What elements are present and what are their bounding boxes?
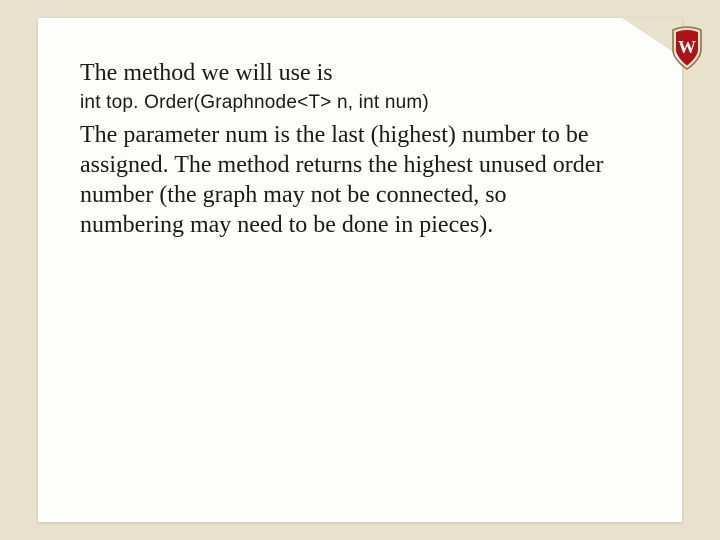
wisconsin-crest-logo: W <box>670 26 704 70</box>
svg-text:W: W <box>678 37 696 57</box>
intro-text: The method we will use is <box>80 58 610 88</box>
slide-content: The method we will use is int top. Order… <box>80 58 610 240</box>
description-text: The parameter num is the last (highest) … <box>80 120 610 240</box>
method-signature: int top. Order(Graphnode<T> n, int num) <box>80 92 610 114</box>
slide-card: The method we will use is int top. Order… <box>38 18 682 522</box>
